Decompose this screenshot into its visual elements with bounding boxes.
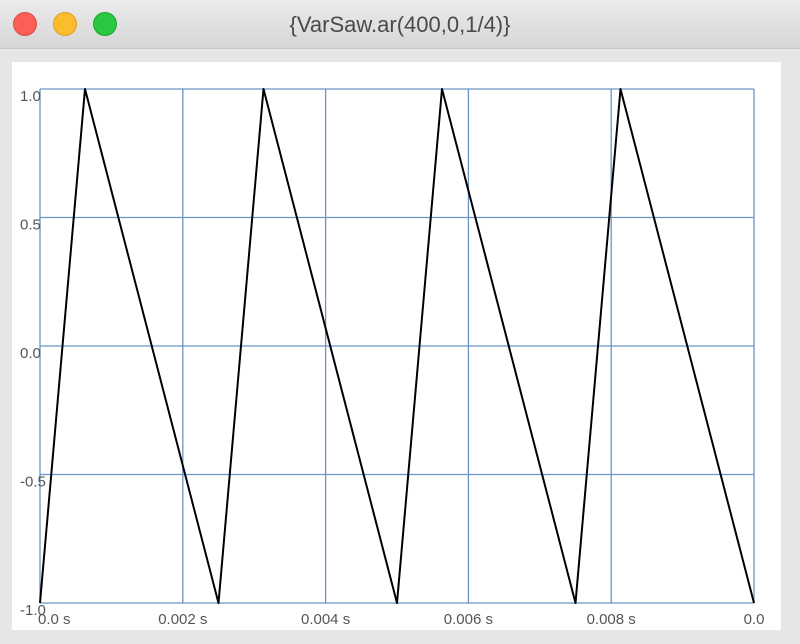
waveform-plot: 0.0 s 0.002 s 0.004 s 0.006 s 0.008 s 0.01.00… bbox=[20, 88, 764, 628]
y-tick-label: 1.0 bbox=[20, 88, 41, 105]
y-tick-label: 0.0 bbox=[20, 345, 41, 362]
window-title: {VarSaw.ar(400,0,1/4)} bbox=[289, 12, 511, 37]
app-window: {VarSaw.ar(400,0,1/4)} 0.0 s 0.002 s 0.004… bbox=[0, 0, 800, 644]
x-tick-label: 0.008 s bbox=[587, 611, 636, 628]
x-tick-label: 0.0 bbox=[744, 611, 765, 628]
y-tick-label: 0.5 bbox=[20, 217, 41, 234]
plot-grid bbox=[39, 88, 755, 604]
y-tick-label: -1.0 bbox=[20, 602, 46, 619]
tick-labels: 0.0 s 0.002 s 0.004 s 0.006 s 0.008 s 0.01.00… bbox=[20, 88, 764, 628]
title-bar[interactable]: {VarSaw.ar(400,0,1/4)} bbox=[0, 0, 800, 49]
x-tick-label: 0.006 s bbox=[444, 611, 493, 628]
x-tick-label: 0.004 s bbox=[301, 611, 350, 628]
plot-area: 0.0 s 0.002 s 0.004 s 0.006 s 0.008 s 0.0 1.0 0… bbox=[12, 62, 781, 630]
x-tick-label: 0.002 s bbox=[158, 611, 207, 628]
y-tick-label: -0.5 bbox=[20, 474, 46, 491]
